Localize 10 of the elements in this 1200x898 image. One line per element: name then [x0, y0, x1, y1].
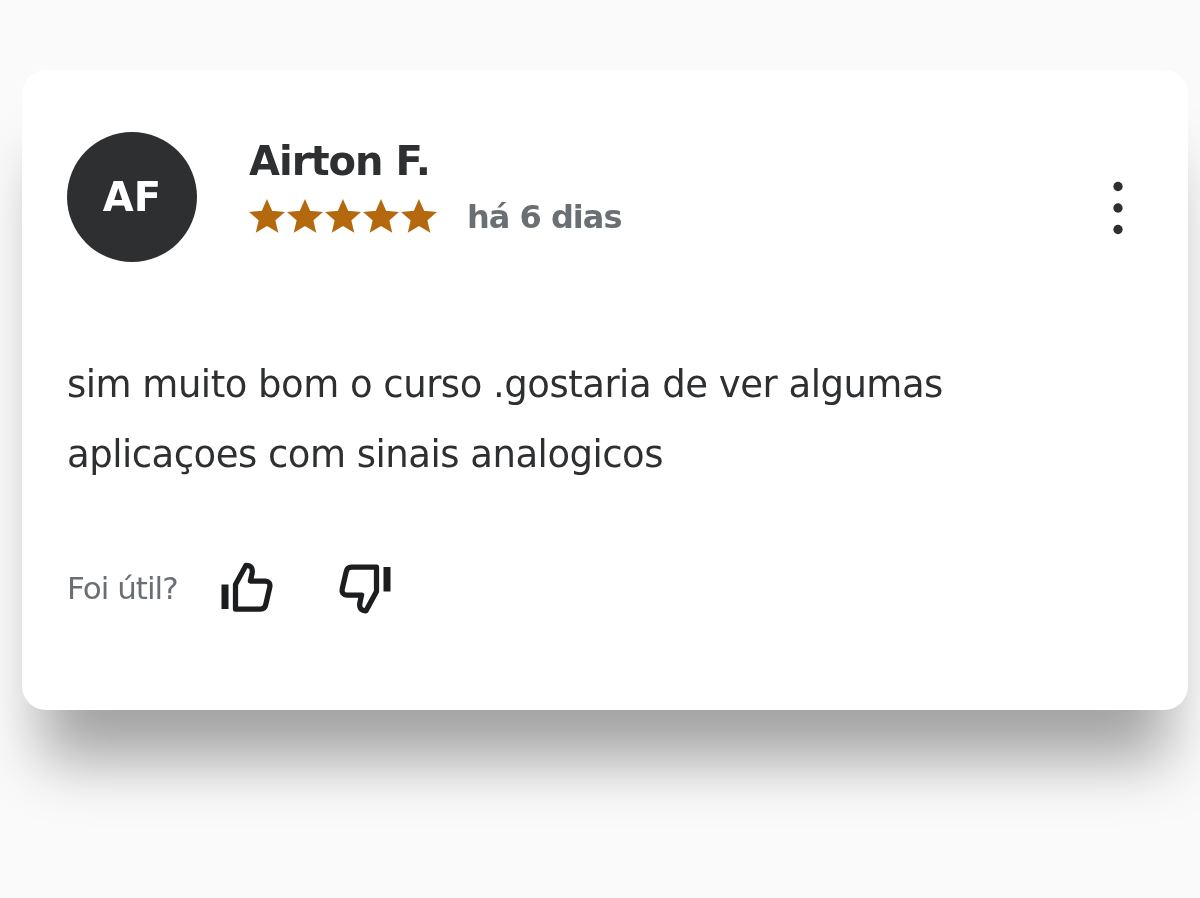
- review-date: há 6 dias: [467, 198, 622, 236]
- filled-star-icon: [401, 199, 437, 235]
- helpful-label: Foi útil?: [67, 570, 178, 606]
- filled-star-icon: [287, 199, 323, 235]
- filled-star-icon: [249, 199, 285, 235]
- reviewer-name: Airton F.: [249, 138, 432, 184]
- filled-star-icon: [363, 199, 399, 235]
- filled-star-icon: [325, 199, 361, 235]
- avatar: AF: [67, 132, 197, 262]
- review-text: sim muito bom o curso .gostaria de ver algumas aplicaçoes com sinais analogicos: [67, 362, 944, 478]
